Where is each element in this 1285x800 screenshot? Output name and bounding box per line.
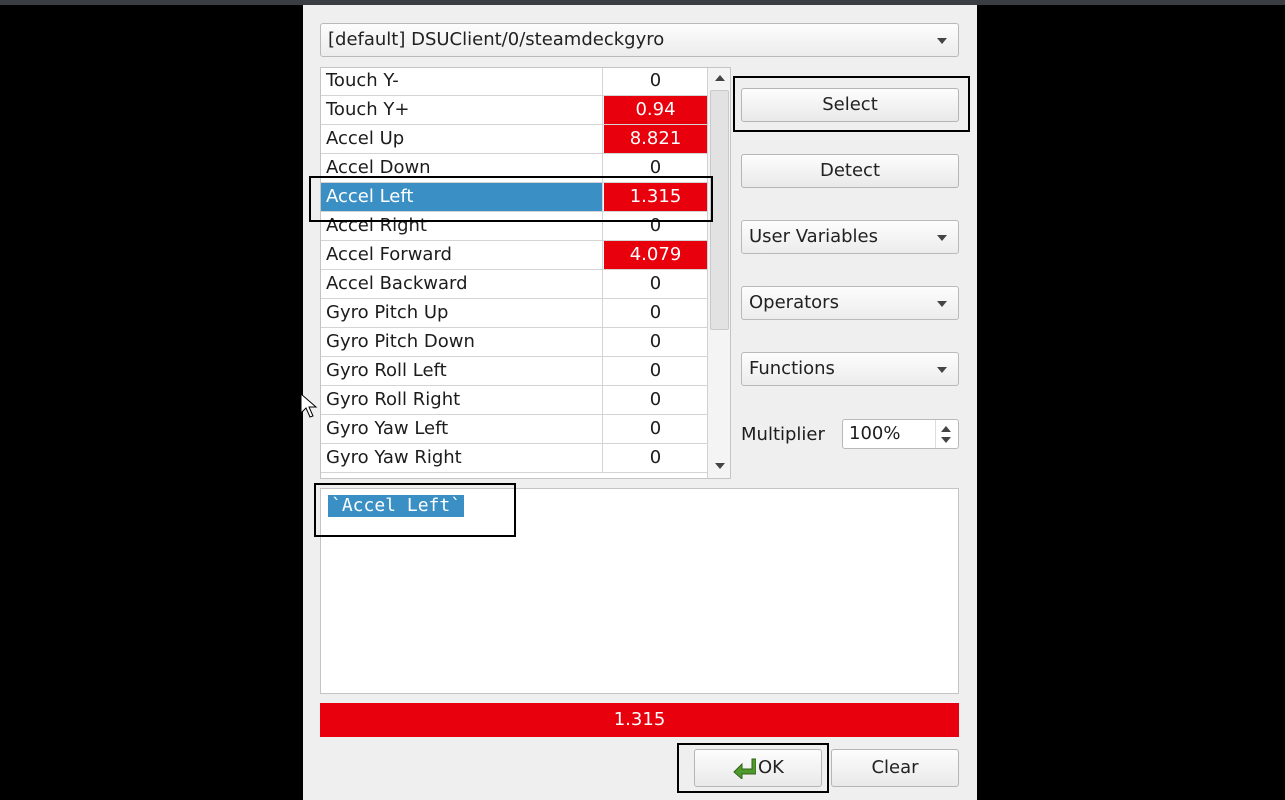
- input-value: 8.821: [604, 125, 707, 153]
- table-row[interactable]: Gyro Roll Left 0: [321, 357, 707, 386]
- table-row[interactable]: Gyro Yaw Right 0: [321, 444, 707, 473]
- apply-arrow-icon: [733, 758, 756, 779]
- scroll-down-arrow-icon[interactable]: [715, 463, 725, 469]
- input-value: 0: [649, 389, 662, 410]
- device-selector[interactable]: [default] DSUClient/0/steamdeckgyro: [320, 23, 959, 57]
- input-name: Gyro Roll Right: [321, 386, 603, 414]
- table-row[interactable]: Touch Y- 0: [321, 68, 707, 96]
- user-variables-menu[interactable]: User Variables: [741, 220, 959, 254]
- input-value: 0: [649, 331, 662, 352]
- table-row[interactable]: Gyro Yaw Left 0: [321, 415, 707, 444]
- input-name: Accel Up: [321, 125, 603, 153]
- input-name: Accel Left: [321, 183, 603, 211]
- input-table[interactable]: Touch Y- 0 Touch Y+ 0.94 Accel Up 8.821 Accel …: [320, 67, 731, 479]
- scroll-up-arrow-icon[interactable]: [715, 75, 725, 81]
- spin-down-icon[interactable]: [941, 437, 951, 443]
- table-row[interactable]: Accel Left 1.315: [321, 183, 707, 212]
- ok-button-label: OK: [758, 757, 784, 778]
- input-value: 0: [649, 418, 662, 439]
- ok-button[interactable]: OK: [694, 749, 822, 787]
- multiplier-spinbox[interactable]: 100%: [842, 419, 959, 449]
- input-value: 0: [649, 70, 662, 91]
- chevron-down-icon: [937, 235, 947, 241]
- table-row[interactable]: Accel Forward 4.079: [321, 241, 707, 270]
- detect-button-label: Detect: [819, 160, 881, 181]
- device-selector-label: [default] DSUClient/0/steamdeckgyro: [328, 29, 665, 50]
- expression-editor[interactable]: `Accel Left`: [320, 488, 959, 694]
- clear-button-label: Clear: [871, 757, 919, 778]
- spinbox-buttons[interactable]: [935, 420, 958, 448]
- result-value-bar: 1.315: [320, 703, 959, 737]
- input-name: Touch Y+: [321, 96, 603, 124]
- input-name: Gyro Yaw Right: [321, 444, 603, 472]
- expression-text: `Accel Left`: [328, 495, 465, 517]
- result-value: 1.315: [613, 709, 666, 730]
- mouse-pointer-icon: [300, 393, 318, 418]
- input-value: 0: [649, 157, 662, 178]
- spin-up-icon[interactable]: [941, 426, 951, 432]
- table-row[interactable]: Accel Backward 0: [321, 270, 707, 299]
- table-row[interactable]: Accel Down 0: [321, 154, 707, 183]
- input-value: 4.079: [604, 241, 707, 269]
- select-button[interactable]: Select: [741, 88, 959, 122]
- input-value: 0: [649, 302, 662, 323]
- input-value: 0.94: [604, 96, 707, 124]
- input-value: 1.315: [604, 183, 707, 211]
- table-scrollbar[interactable]: [707, 68, 730, 478]
- input-name: Accel Down: [321, 154, 603, 182]
- table-row[interactable]: Gyro Pitch Up 0: [321, 299, 707, 328]
- scrollbar-handle[interactable]: [710, 90, 729, 330]
- input-value: 0: [649, 273, 662, 294]
- chevron-down-icon: [937, 38, 947, 44]
- input-value: 0: [649, 447, 662, 468]
- input-name: Touch Y-: [321, 68, 603, 95]
- chevron-down-icon: [937, 367, 947, 373]
- user-variables-label: User Variables: [749, 226, 879, 247]
- input-value: 0: [649, 215, 662, 236]
- operators-label: Operators: [749, 292, 839, 313]
- input-name: Gyro Pitch Down: [321, 328, 603, 356]
- input-table-rows: Touch Y- 0 Touch Y+ 0.94 Accel Up 8.821 Accel …: [321, 68, 707, 478]
- input-value: 0: [649, 360, 662, 381]
- input-name: Gyro Yaw Left: [321, 415, 603, 443]
- input-name: Accel Right: [321, 212, 603, 240]
- select-button-label: Select: [822, 94, 878, 115]
- mapping-dialog: [default] DSUClient/0/steamdeckgyro Touc…: [303, 5, 977, 800]
- chevron-down-icon: [937, 301, 947, 307]
- table-row[interactable]: Gyro Pitch Down 0: [321, 328, 707, 357]
- functions-label: Functions: [749, 358, 835, 379]
- functions-menu[interactable]: Functions: [741, 352, 959, 386]
- multiplier-label: Multiplier: [741, 424, 825, 445]
- operators-menu[interactable]: Operators: [741, 286, 959, 320]
- table-row[interactable]: Gyro Roll Right 0: [321, 386, 707, 415]
- input-name: Accel Backward: [321, 270, 603, 298]
- clear-button[interactable]: Clear: [831, 749, 959, 787]
- table-row[interactable]: Accel Right 0: [321, 212, 707, 241]
- detect-button[interactable]: Detect: [741, 154, 959, 188]
- table-row[interactable]: Touch Y+ 0.94: [321, 96, 707, 125]
- input-name: Accel Forward: [321, 241, 603, 269]
- input-name: Gyro Pitch Up: [321, 299, 603, 327]
- multiplier-value: 100%: [849, 423, 901, 444]
- input-name: Gyro Roll Left: [321, 357, 603, 385]
- table-row[interactable]: Accel Up 8.821: [321, 125, 707, 154]
